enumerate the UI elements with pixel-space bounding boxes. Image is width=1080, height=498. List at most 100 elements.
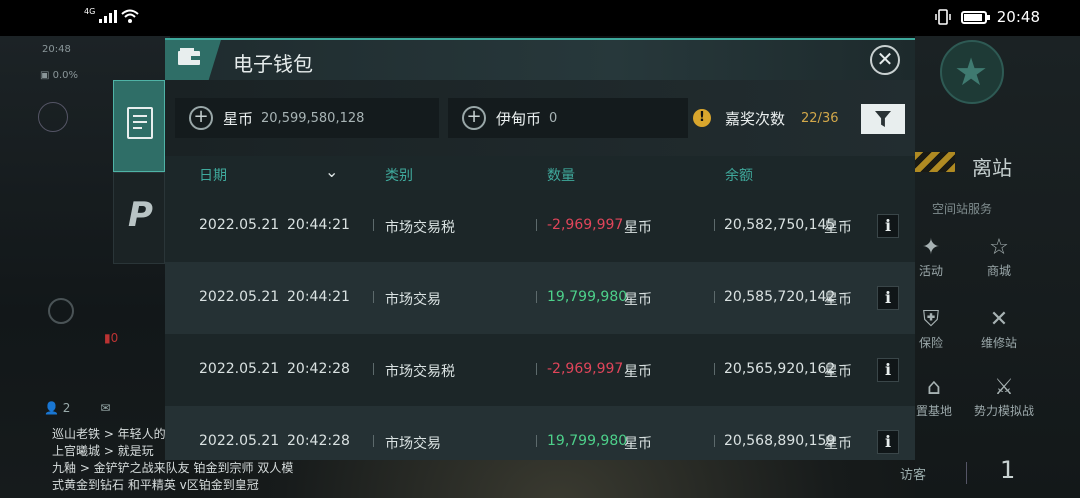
location-pin-icon[interactable] — [38, 102, 68, 132]
warning-icon[interactable]: ! — [693, 109, 711, 127]
p-logo-icon: P — [128, 195, 153, 235]
repair-icon: ✕ — [989, 307, 1009, 332]
award-value: 22/36 — [801, 110, 839, 126]
row-time: 20:42:28 — [287, 433, 350, 449]
col-quantity: 数量 — [547, 168, 575, 184]
col-category: 类别 — [385, 168, 413, 184]
hud-cargo: ▣ 0.0% — [40, 70, 78, 81]
divider — [536, 291, 537, 303]
info-icon: i — [884, 360, 892, 379]
dialog-title: 电子钱包 — [233, 52, 313, 76]
row-amount: 19,799,980 — [547, 289, 628, 305]
add-eden-coin-button[interactable]: + — [462, 106, 486, 130]
target-icon[interactable] — [48, 298, 74, 324]
filter-button[interactable] — [861, 104, 905, 134]
divider — [714, 435, 715, 447]
row-balance-unit: 星币 — [824, 436, 852, 452]
table-row: 2022.05.21 20:42:28 市场交易税 -2,969,997 星币 … — [165, 334, 915, 406]
service-shop[interactable]: ☆ 商城 — [964, 234, 1034, 279]
cube-icon: ▣ — [40, 70, 50, 81]
row-date: 2022.05.21 — [199, 433, 280, 449]
info-button[interactable]: i — [877, 214, 899, 238]
battery-icon — [960, 10, 990, 24]
divider — [373, 435, 374, 447]
eden-coin-balance: + 伊甸币 0 — [448, 98, 688, 138]
chat-line: 式黄金到钻石 和平精英 v区铂金到皇冠 — [52, 478, 259, 492]
row-balance: 20,585,720,142 — [724, 289, 836, 305]
info-icon: i — [884, 216, 892, 235]
info-button[interactable]: i — [877, 358, 899, 382]
plus-icon: + — [193, 106, 209, 127]
plus-icon: + — [466, 106, 482, 127]
row-time: 20:44:21 — [287, 289, 350, 305]
table-row: 2022.05.21 20:44:21 市场交易税 -2,969,997 星币 … — [165, 190, 915, 262]
friends-icon[interactable]: 👤 2 — [44, 401, 70, 415]
row-amount: -2,969,997 — [547, 217, 624, 233]
row-category: 市场交易税 — [385, 364, 455, 380]
service-activity[interactable]: ✦ 活动 — [916, 234, 946, 279]
info-button[interactable]: i — [877, 430, 899, 454]
divider — [714, 219, 715, 231]
row-category: 市场交易税 — [385, 220, 455, 236]
hud-clock: 20:48 — [42, 44, 71, 55]
vibrate-icon — [935, 9, 951, 25]
wifi-icon — [121, 9, 139, 23]
service-insurance[interactable]: ⛨ 保险 — [916, 306, 946, 351]
header-accent — [165, 40, 221, 80]
hazard-stripe — [915, 152, 955, 172]
row-date: 2022.05.21 — [199, 289, 280, 305]
status-time: 20:48 — [996, 8, 1040, 26]
row-balance: 20,565,920,162 — [724, 361, 836, 377]
add-star-coin-button[interactable]: + — [189, 106, 213, 130]
currency-amount: 20,599,580,128 — [261, 110, 365, 126]
divider — [714, 291, 715, 303]
table-header: 日期 ⌄ 类别 数量 余额 — [165, 156, 915, 190]
leave-station-button[interactable]: 离站 — [972, 152, 1012, 181]
close-button[interactable]: ✕ — [870, 45, 900, 75]
insurance-icon: ⛨ — [922, 307, 940, 332]
mail-icon[interactable]: ✉ — [100, 401, 110, 415]
crossed-flags-icon: ⚔ — [994, 375, 1014, 400]
wallet-icon — [178, 48, 200, 65]
wallet-side-tabs: P — [113, 80, 165, 264]
currency-amount: 0 — [549, 110, 558, 126]
services-title: 空间站服务 — [932, 202, 993, 216]
row-unit: 星币 — [624, 436, 652, 452]
row-time: 20:44:21 — [287, 217, 350, 233]
cargo-percent: 0.0% — [52, 70, 79, 81]
divider — [536, 435, 537, 447]
alert-flag: ▮0 — [104, 331, 119, 345]
base-icon: ⌂ — [927, 375, 941, 400]
row-amount: -2,969,997 — [547, 361, 624, 377]
info-button[interactable]: i — [877, 286, 899, 310]
service-base[interactable]: ⌂ 置基地 — [914, 374, 954, 419]
wallet-header: 电子钱包 ✕ — [165, 38, 915, 80]
divider — [714, 363, 715, 375]
wallet-dialog: P 电子钱包 ✕ + 星币 20,599,580,128 + 伊甸币 0 ! 嘉… — [113, 38, 915, 460]
col-date[interactable]: 日期 — [199, 165, 227, 185]
shop-icon: ☆ — [989, 235, 1009, 260]
tab-transactions[interactable] — [113, 80, 165, 172]
chevron-down-icon[interactable]: ⌄ — [325, 162, 338, 181]
star-coin-balance: + 星币 20,599,580,128 — [175, 98, 439, 138]
faction-emblem-icon[interactable]: ★ — [940, 40, 1004, 104]
row-unit: 星币 — [624, 364, 652, 380]
row-category: 市场交易 — [385, 436, 441, 452]
service-repair[interactable]: ✕ 维修站 — [964, 306, 1034, 351]
visitor-label: 访客 — [900, 468, 927, 483]
table-row: 2022.05.21 20:44:21 市场交易 19,799,980 星币 2… — [165, 262, 915, 334]
row-balance: 20,568,890,159 — [724, 433, 836, 449]
row-unit: 星币 — [624, 292, 652, 308]
row-unit: 星币 — [624, 220, 652, 236]
network-type-label: 4G — [84, 6, 96, 16]
party-icon: ✦ — [921, 235, 941, 260]
tab-p-currency[interactable]: P — [113, 172, 165, 264]
table-row: 2022.05.21 20:42:28 市场交易 19,799,980 星币 2… — [165, 406, 915, 460]
signal-icon — [99, 9, 118, 23]
row-date: 2022.05.21 — [199, 361, 280, 377]
row-time: 20:42:28 — [287, 361, 350, 377]
divider — [373, 291, 374, 303]
service-faction-sim[interactable]: ⚔ 势力模拟战 — [964, 374, 1044, 419]
close-icon: ✕ — [876, 47, 894, 71]
document-icon — [127, 107, 153, 139]
